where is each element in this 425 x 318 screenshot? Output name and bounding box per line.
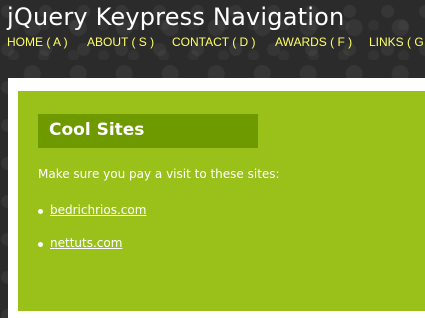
link-nettuts[interactable]: nettuts.com <box>50 236 122 250</box>
link-bedrichrios[interactable]: bedrichrios.com <box>50 203 146 217</box>
bullet-icon <box>38 209 43 214</box>
nav-item-awards[interactable]: AWARDS ( F ) <box>275 35 352 49</box>
intro-text: Make sure you pay a visit to these sites… <box>38 167 280 181</box>
nav-item-about[interactable]: ABOUT ( S ) <box>87 35 154 49</box>
nav-item-links[interactable]: LINKS ( G <box>369 35 424 49</box>
bullet-icon <box>38 242 43 247</box>
section-heading-text: Cool Sites <box>49 120 145 140</box>
nav-item-home[interactable]: HOME ( A ) <box>7 35 68 49</box>
site-title: jQuery Keypress Navigation <box>7 3 345 31</box>
nav-item-contact[interactable]: CONTACT ( D ) <box>172 35 256 49</box>
section-heading: Cool Sites <box>38 114 258 148</box>
